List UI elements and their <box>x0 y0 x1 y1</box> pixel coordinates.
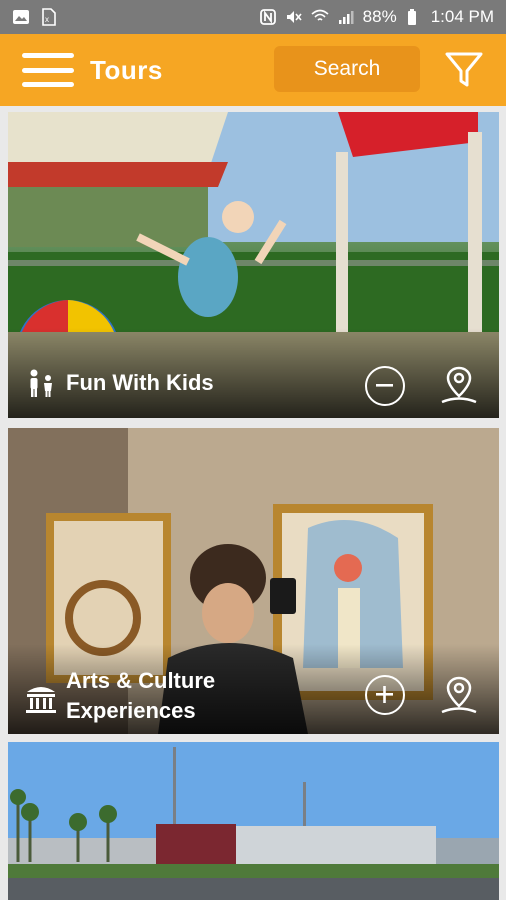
tour-card-fun-with-kids[interactable]: Fun With Kids <box>8 112 499 418</box>
filter-icon[interactable] <box>444 50 484 90</box>
battery-percent: 88% <box>362 7 397 26</box>
menu-button[interactable] <box>22 50 74 90</box>
map-pin-icon[interactable] <box>439 362 479 406</box>
file-icon: x <box>42 8 56 26</box>
signal-icon <box>338 11 354 24</box>
page-title: Tours <box>90 54 163 85</box>
image-icon <box>13 10 29 24</box>
tours-feed[interactable]: Fun With Kids Arts & Culture Experiences <box>0 106 506 900</box>
clock: 1:04 PM <box>430 7 494 26</box>
wifi-icon <box>311 9 329 21</box>
map-pin-icon[interactable] <box>439 672 479 716</box>
card-title: Fun With Kids <box>66 370 214 395</box>
card-image-waterfront <box>8 742 499 900</box>
add-tour-button[interactable] <box>365 675 405 715</box>
tour-card-arts-culture[interactable]: Arts & Culture Experiences <box>8 428 499 734</box>
status-bar: x 88% 1:04 PM <box>0 0 506 34</box>
remove-tour-button[interactable] <box>365 366 405 406</box>
museum-icon <box>26 687 56 713</box>
app-bar: Tours Search <box>0 34 506 106</box>
card-title-line1: Arts & Culture <box>66 668 216 693</box>
hamburger-line <box>22 67 74 73</box>
tour-card-waterfront[interactable] <box>8 742 499 900</box>
minus-icon <box>376 384 393 387</box>
family-icon <box>30 369 52 397</box>
search-button[interactable]: Search <box>274 46 420 92</box>
nfc-icon <box>259 9 276 25</box>
card-title-line2: Experiences <box>66 698 196 723</box>
notification-icons: x <box>12 8 58 26</box>
battery-icon <box>407 9 416 25</box>
svg-text:x: x <box>45 15 49 24</box>
system-status: 88% 1:04 PM <box>259 7 494 27</box>
hamburger-line <box>22 82 74 87</box>
plus-icon <box>376 686 393 703</box>
mute-icon <box>286 11 302 23</box>
hamburger-line <box>22 53 74 58</box>
